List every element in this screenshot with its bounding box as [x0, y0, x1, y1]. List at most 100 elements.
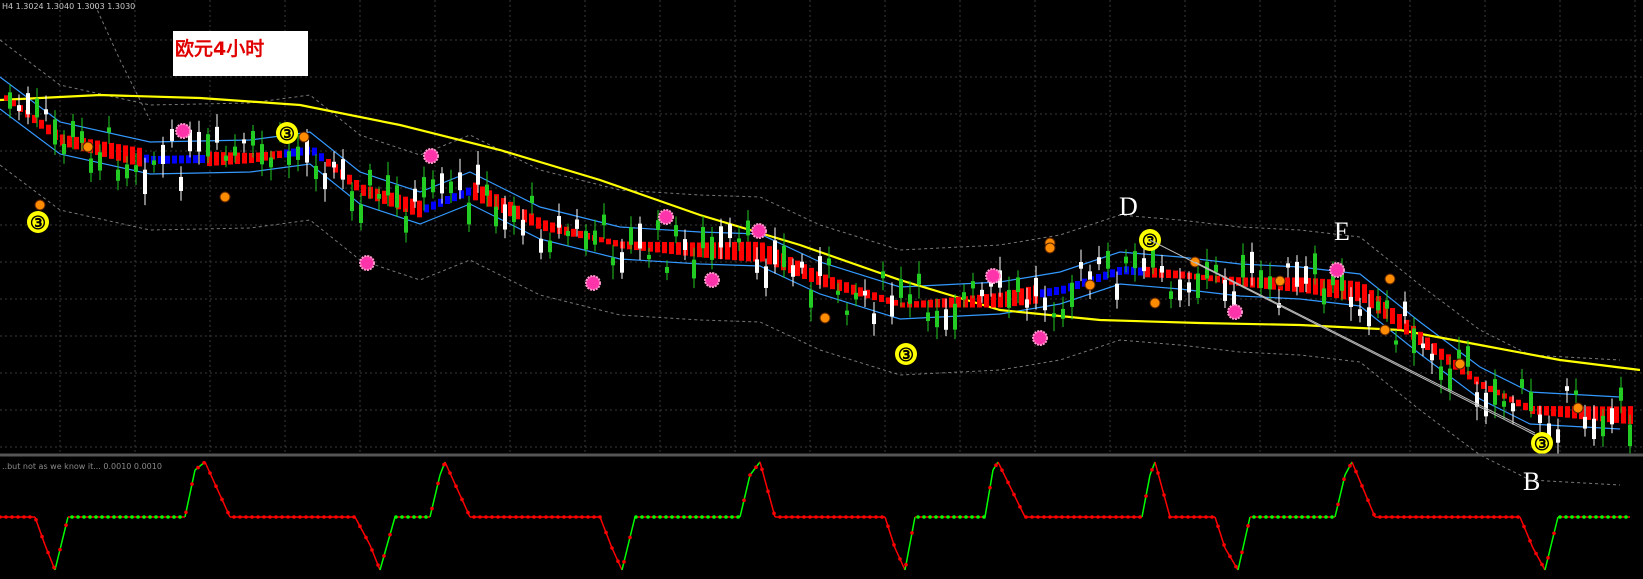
- candle-body: [197, 132, 201, 152]
- ribbon-block: [1397, 313, 1402, 330]
- envelope-spike: [94, 4, 151, 121]
- oscillator-dot: [592, 515, 596, 519]
- candlesticks: [8, 84, 1632, 456]
- ribbon-block: [1047, 288, 1052, 297]
- ribbon-block: [200, 155, 205, 163]
- oscillator-dot: [472, 515, 476, 519]
- oscillator-dot: [856, 515, 860, 519]
- candle-body: [152, 160, 156, 165]
- candle-body: [1133, 251, 1137, 269]
- oscillator-dot: [280, 515, 284, 519]
- candle-body: [1214, 264, 1218, 273]
- oscillator-dot: [1324, 515, 1328, 519]
- oscillator-dot: [286, 515, 290, 519]
- candle-body: [1502, 401, 1506, 407]
- candle-body: [1349, 296, 1353, 307]
- ribbon-block: [431, 201, 436, 210]
- candle-body: [1520, 379, 1524, 388]
- oscillator-dot: [220, 497, 224, 502]
- candle-body: [1583, 416, 1587, 429]
- oscillator-segment: [1344, 461, 1353, 476]
- oscillator-dot: [370, 548, 374, 552]
- oscillator-dot: [226, 510, 230, 515]
- ribbon-block: [1117, 267, 1122, 275]
- candle-body: [458, 172, 462, 191]
- candle-body: [899, 279, 903, 298]
- ribbon-block: [452, 193, 457, 202]
- oscillator-dot: [1270, 515, 1274, 519]
- oscillator-dot: [4, 515, 8, 519]
- oscillator-dot: [1138, 515, 1142, 519]
- ribbon-block: [725, 242, 730, 260]
- marker-1-dot: [1454, 358, 1466, 370]
- oscillator-dot: [706, 515, 710, 519]
- oscillator-dot: [1120, 515, 1124, 519]
- oscillator-dot: [304, 515, 308, 519]
- candle-body: [1106, 251, 1110, 269]
- oscillator-dot: [832, 515, 836, 519]
- oscillator-dot: [424, 515, 428, 519]
- ribbon-block: [739, 241, 744, 261]
- oscillator-dot: [478, 515, 482, 519]
- marker-3-icon: ③: [30, 213, 46, 233]
- candle-body: [1061, 308, 1065, 319]
- oscillator-dot: [364, 535, 368, 540]
- candle-body: [1601, 415, 1605, 437]
- candle-body: [1016, 277, 1020, 293]
- oscillator-dot: [784, 515, 788, 519]
- oscillator-dot: [1072, 515, 1076, 519]
- oscillator-dot: [1534, 551, 1538, 556]
- oscillator-dot: [1462, 515, 1466, 519]
- ribbon-block: [1488, 385, 1493, 393]
- oscillator-dot: [1210, 515, 1214, 519]
- oscillator-dot: [1144, 494, 1148, 498]
- oscillator-dot: [1330, 515, 1334, 519]
- oscillator-dot: [466, 510, 470, 515]
- oscillator-dot: [1552, 531, 1556, 536]
- candle-body: [611, 257, 615, 266]
- oscillator-segment: [1519, 516, 1534, 549]
- oscillator-dot: [970, 515, 974, 519]
- oscillator-dot: [400, 515, 404, 519]
- candle-body: [206, 134, 210, 157]
- chart-title-box: 欧元4小时: [173, 31, 308, 76]
- ribbon-block: [1180, 271, 1185, 279]
- ribbon-block: [529, 213, 534, 226]
- ribbon-block: [67, 135, 72, 148]
- candle-body: [647, 254, 651, 260]
- oscillator-dot: [1378, 515, 1382, 519]
- oscillator-dot: [1216, 524, 1220, 529]
- oscillator-dot: [382, 554, 386, 558]
- oscillator-dot: [406, 515, 410, 519]
- oscillator-dot: [772, 511, 776, 516]
- ribbon-block: [1439, 348, 1444, 360]
- oscillator-dot: [76, 515, 80, 519]
- oscillator-dot: [178, 515, 182, 519]
- candle-body: [1619, 387, 1623, 401]
- ribbon-block: [1103, 271, 1108, 280]
- oscillator-dot: [538, 515, 542, 519]
- oscillator-dot: [616, 559, 620, 563]
- candle-body: [350, 191, 354, 212]
- candle-body: [881, 271, 885, 279]
- marker-1-dot: [34, 199, 46, 211]
- oscillator-dot: [1090, 515, 1094, 519]
- oscillator-dot: [910, 531, 914, 535]
- oscillator-segment: [354, 516, 371, 546]
- ribbon-block: [102, 141, 107, 157]
- candle-body: [422, 177, 426, 198]
- oscillator-dot: [1060, 515, 1064, 519]
- oscillator-dot: [850, 515, 854, 519]
- oscillator-dot: [142, 515, 146, 519]
- ribbon-block: [1621, 406, 1626, 424]
- marker-1-dot: [219, 191, 231, 203]
- ribbon-block: [214, 151, 219, 166]
- candle-body: [1070, 282, 1074, 307]
- flower-icon: [658, 209, 674, 225]
- oscillator-dot: [964, 515, 968, 519]
- price-chart[interactable]: ③ ③ ③ ③ ③: [0, 0, 1643, 579]
- oscillator-dot: [562, 515, 566, 519]
- candle-body: [800, 261, 804, 268]
- oscillator-dot: [1306, 515, 1310, 519]
- oscillator-dot: [1510, 515, 1514, 519]
